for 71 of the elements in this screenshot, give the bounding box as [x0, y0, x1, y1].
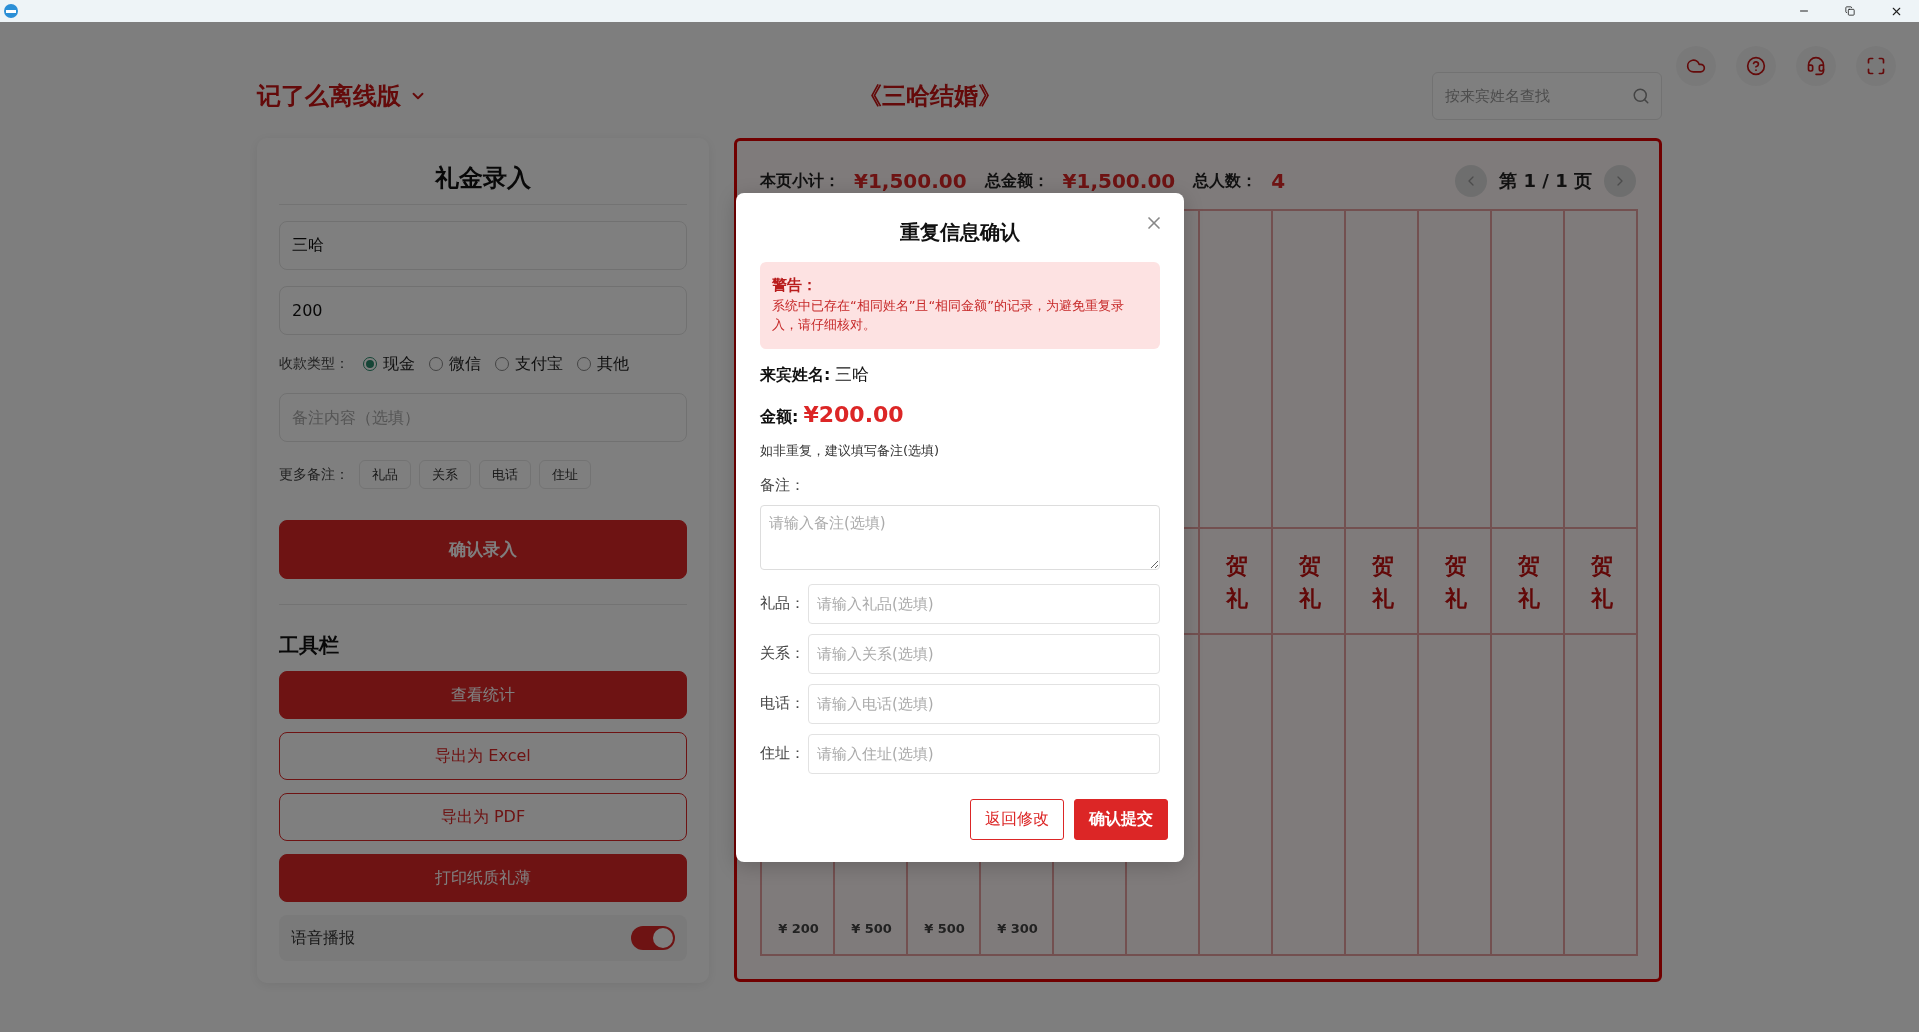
gift-label: 贺礼: [1298, 551, 1321, 613]
gift-label: 贺礼: [1225, 551, 1248, 613]
input-field[interactable]: 请输入住址(选填): [808, 733, 1160, 774]
brand-menu[interactable]: 记了么离线版: [257, 80, 427, 112]
guest-name-value: 三哈: [835, 362, 870, 386]
toolbar-button[interactable]: 导出为 Excel: [279, 732, 687, 780]
note-tag-button[interactable]: 住址: [539, 460, 591, 489]
dialog-button[interactable]: 返回修改: [970, 798, 1064, 840]
toolbar-title: 工具栏: [279, 632, 340, 659]
summary-label: 总人数：: [1193, 170, 1258, 192]
summary-label: 总金额：: [984, 170, 1049, 192]
cloud-icon: [1686, 56, 1706, 76]
note-tag-button[interactable]: 关系: [419, 460, 471, 489]
restore-icon: [1845, 6, 1855, 16]
payment-radio[interactable]: 支付宝: [495, 353, 563, 375]
dialog-title: 重复信息确认: [899, 219, 1021, 246]
confirm-entry-button[interactable]: 确认录入: [279, 520, 687, 579]
help-button[interactable]: [1736, 46, 1776, 86]
payment-radio[interactable]: 现金: [363, 353, 415, 375]
amount-text: ¥ 500: [851, 921, 892, 936]
more-notes-label: 更多备注：: [279, 465, 349, 484]
amount-value: ¥200.00: [803, 401, 904, 427]
input-field[interactable]: 请输入电话(选填): [808, 683, 1160, 724]
field-label: 关系：: [760, 644, 806, 664]
toolbar-button[interactable]: 导出为 PDF: [279, 793, 687, 841]
amount-text: ¥ 500: [924, 921, 965, 936]
hint-text: 如非重复，建议填写备注(选填): [760, 441, 941, 460]
fullscreen-button[interactable]: [1856, 46, 1896, 86]
summary-value: 4: [1271, 169, 1286, 193]
voice-label: 语音播报: [291, 927, 355, 949]
note-textarea[interactable]: 请输入备注(选填): [760, 504, 1160, 570]
voice-toggle[interactable]: [631, 926, 675, 950]
field-label: 住址：: [760, 744, 806, 764]
dialog-button[interactable]: 确认提交: [1074, 798, 1168, 840]
warning-text: 系统中已存在“相同姓名”且“相同金额”的记录，为避免重复录入，请仔细核对。: [772, 297, 1125, 334]
summary-value: ¥1,500.00: [854, 169, 967, 193]
page-indicator: 第 1 / 1 页: [1499, 169, 1592, 193]
panel-title: 礼金录入: [279, 156, 687, 205]
amount-text: ¥ 200: [778, 921, 819, 936]
fullscreen-icon: [1866, 56, 1886, 76]
gift-label: 贺礼: [1371, 551, 1394, 613]
field-label: 礼品：: [760, 594, 806, 614]
input-field[interactable]: 请输入礼品(选填): [808, 583, 1160, 624]
app-icon: [3, 3, 19, 19]
warning-title: 警告：: [772, 276, 818, 295]
toolbar-button[interactable]: 查看统计: [279, 671, 687, 719]
toolbar-button[interactable]: 打印纸质礼薄: [279, 854, 687, 902]
event-title: 《三哈结婚》: [857, 81, 1002, 112]
amount-text: ¥ 300: [997, 921, 1038, 936]
amount-label: 金额:: [760, 406, 799, 428]
name-field[interactable]: 三哈: [279, 221, 687, 270]
summary-label: 本页小计：: [760, 170, 840, 192]
cloud-button[interactable]: [1676, 46, 1716, 86]
guest-name-label: 来宾姓名:: [760, 364, 831, 386]
gift-label: 贺礼: [1590, 551, 1613, 613]
note-label: 备注：: [760, 475, 806, 495]
payment-radio[interactable]: 其他: [577, 353, 629, 375]
input-field[interactable]: 请输入关系(选填): [808, 633, 1160, 674]
payment-type-label: 收款类型：: [279, 355, 349, 373]
gift-label: 贺礼: [1444, 551, 1467, 613]
field-label: 电话：: [760, 694, 806, 714]
search-icon: [1632, 87, 1650, 105]
gift-label: 贺礼: [1517, 551, 1540, 613]
summary-value: ¥1,500.00: [1062, 169, 1176, 193]
note-tag-button[interactable]: 电话: [479, 460, 531, 489]
payment-radio[interactable]: 微信: [429, 353, 481, 375]
headset-button[interactable]: [1796, 46, 1836, 86]
help-icon: [1746, 56, 1766, 76]
amount-field[interactable]: 200: [279, 286, 687, 335]
headset-icon: [1806, 56, 1826, 76]
note-tag-button[interactable]: 礼品: [359, 460, 411, 489]
